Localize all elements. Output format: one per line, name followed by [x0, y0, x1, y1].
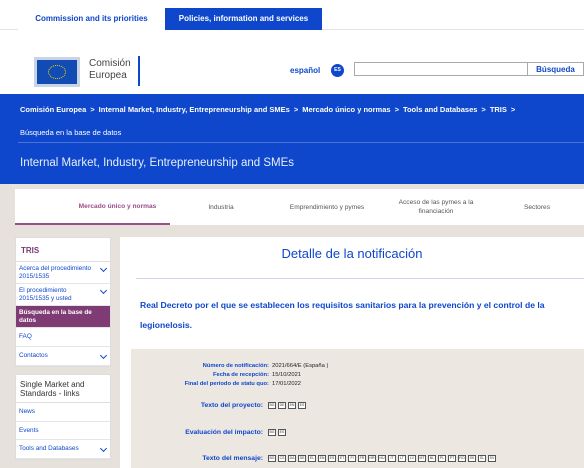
document-hu-icon[interactable]: HU	[378, 455, 386, 462]
document-cs-icon[interactable]: CS	[278, 455, 286, 462]
notification-title: Real Decreto por el que se establecen lo…	[140, 300, 545, 330]
document-da-icon[interactable]: DA	[288, 455, 296, 462]
sidebar-item-busqueda[interactable]: Búsqueda en la base de datos	[16, 306, 110, 328]
document-sk-icon[interactable]: SK	[468, 455, 476, 462]
document-mt-icon[interactable]: MT	[418, 455, 426, 462]
tab-policies-services[interactable]: Policies, information and services	[165, 8, 322, 35]
document-bg-icon[interactable]: BG	[268, 429, 276, 436]
nav-item-emprendimiento[interactable]: Emprendimiento y pymes	[272, 189, 382, 225]
document-en-icon[interactable]: EN	[288, 402, 296, 409]
document-et-icon[interactable]: ET	[338, 455, 346, 462]
document-de-icon[interactable]: DE	[278, 402, 286, 409]
sidebar-links-title: Single Market and Standards - links	[16, 375, 110, 403]
top-tabs: Commission and its priorities Policies, …	[0, 0, 584, 35]
document-fr-icon[interactable]: FR	[358, 455, 366, 462]
document-sv-icon[interactable]: SV	[488, 455, 496, 462]
sidebar-link-events[interactable]: Events	[16, 422, 110, 440]
sidebar-item-contactos[interactable]: Contactos	[16, 347, 110, 366]
breadcrumb-item[interactable]: TRIS	[490, 105, 507, 114]
message-docs: BG CS DA DE EL EN ES ET FI FR HR HU IT LT LV MT NL PL PT RO…	[268, 455, 496, 462]
document-ro-icon[interactable]: RO	[458, 455, 466, 462]
tab-commission-priorities[interactable]: Commission and its priorities	[18, 8, 165, 30]
document-hr-icon[interactable]: HR	[368, 455, 376, 462]
document-pt-icon[interactable]: PT	[448, 455, 456, 462]
sidebar-title[interactable]: TRIS	[16, 238, 110, 262]
sidebar-tris-menu: TRIS Acerca del procedimiento 2015/1535 …	[15, 237, 111, 367]
document-it-icon[interactable]: IT	[388, 455, 396, 462]
document-nl-icon[interactable]: NL	[428, 455, 436, 462]
language-selector[interactable]: español	[290, 66, 320, 75]
page-title: Detalle de la notificación	[281, 246, 423, 261]
document-es-icon[interactable]: ES	[298, 402, 306, 409]
document-pl-icon[interactable]: PL	[438, 455, 446, 462]
nav-zone: Mercado único y normas Industria Emprend…	[0, 184, 584, 230]
chevron-down-icon[interactable]	[99, 264, 108, 273]
banner-divider	[18, 142, 584, 143]
main-nav: Mercado único y normas Industria Emprend…	[15, 189, 584, 225]
breadcrumb-item[interactable]: Comisión Europea	[20, 105, 86, 114]
breadcrumb-item[interactable]: Internal Market, Industry, Entrepreneurs…	[99, 105, 290, 114]
ec-logo[interactable]: Comisión Europea	[34, 56, 142, 88]
nav-item-sectores[interactable]: Sectores	[490, 189, 584, 225]
document-es-icon[interactable]: ES	[328, 455, 336, 462]
breadcrumb: Comisión Europea > Internal Market, Indust…	[20, 105, 516, 114]
sidebar-item-procedimiento[interactable]: El procedimiento 2015/1535 y usted	[16, 284, 110, 306]
search-button[interactable]: Búsqueda	[528, 62, 584, 76]
document-es-icon[interactable]: ES	[278, 429, 286, 436]
breadcrumb-item[interactable]: Mercado único y normas	[302, 105, 390, 114]
sidebar-item-faq[interactable]: FAQ	[16, 328, 110, 347]
nav-item-industria[interactable]: Industria	[170, 189, 272, 225]
notification-details: Número de notificación: 2021/664/E (Espa…	[131, 349, 584, 468]
main-content: Detalle de la notificación Real Decreto …	[120, 237, 584, 468]
logo-text: Comisión Europea	[89, 58, 131, 81]
document-el-icon[interactable]: EL	[308, 455, 316, 462]
search-input[interactable]	[354, 62, 528, 76]
chevron-down-icon[interactable]	[99, 444, 108, 453]
sidebar: TRIS Acerca del procedimiento 2015/1535 …	[15, 237, 111, 468]
sidebar-link-news[interactable]: News	[16, 403, 110, 422]
document-lt-icon[interactable]: LT	[398, 455, 406, 462]
eu-flag-icon	[34, 57, 80, 87]
chevron-down-icon[interactable]	[99, 351, 108, 359]
page-banner: Comisión Europea > Internal Market, Indust…	[0, 94, 584, 184]
nav-item-mercado-unico[interactable]: Mercado único y normas	[15, 189, 170, 225]
impact-docs: BG ES	[268, 429, 286, 436]
sidebar-links-box: Single Market and Standards - links News…	[15, 374, 111, 460]
site-title: Internal Market, Industry, Entrepreneurs…	[20, 157, 295, 169]
document-de-icon[interactable]: DE	[298, 455, 306, 462]
nav-item-acceso-financiacion[interactable]: Acceso de las pymes a la financiación	[382, 189, 490, 225]
breadcrumb-item[interactable]: Tools and Databases	[403, 105, 477, 114]
project-text-docs: BG DE EN ES	[268, 402, 306, 409]
language-code-badge[interactable]: ES	[331, 64, 344, 77]
document-fi-icon[interactable]: FI	[348, 455, 356, 462]
logo-divider	[138, 56, 140, 86]
document-sl-icon[interactable]: SL	[478, 455, 486, 462]
sidebar-link-tools[interactable]: Tools and Databases	[16, 440, 110, 459]
document-lv-icon[interactable]: LV	[408, 455, 416, 462]
sidebar-item-acerca[interactable]: Acerca del procedimiento 2015/1535	[16, 262, 110, 284]
title-divider	[136, 278, 584, 279]
breadcrumb-current: Búsqueda en la base de datos	[20, 128, 122, 137]
document-bg-icon[interactable]: BG	[268, 402, 276, 409]
document-bg-icon[interactable]: BG	[268, 455, 276, 462]
chevron-down-icon[interactable]	[99, 286, 108, 295]
document-en-icon[interactable]: EN	[318, 455, 326, 462]
site-header: Comisión Europea español ES Búsqueda	[0, 30, 584, 94]
